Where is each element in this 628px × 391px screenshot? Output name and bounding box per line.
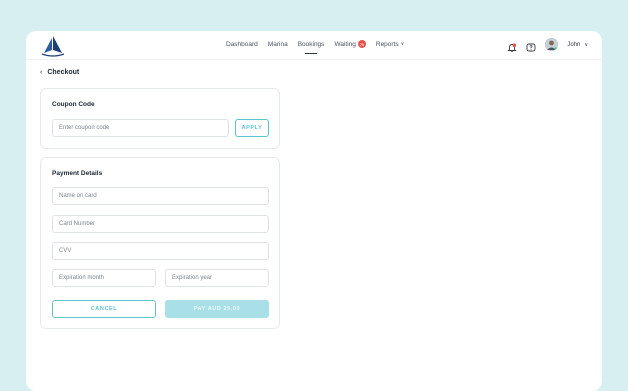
expiration-year-field[interactable]: Expiration year xyxy=(165,269,269,287)
nav-item-reports[interactable]: Reports ∨ xyxy=(376,40,404,48)
payment-details-card: Payment Details Name on card Card Number… xyxy=(40,157,280,329)
chevron-left-icon[interactable]: ‹ xyxy=(40,69,42,76)
card-number-field[interactable]: Card Number xyxy=(52,215,269,233)
name-on-card-placeholder: Name on card xyxy=(59,193,97,199)
bell-icon[interactable] xyxy=(507,40,517,52)
app-window: Dashboard Marina Bookings Waiting 25 Rep… xyxy=(26,31,602,391)
breadcrumb: ‹ Checkout xyxy=(40,69,79,76)
expiration-month-field[interactable]: Expiration month xyxy=(52,269,156,287)
chevron-down-icon: ∨ xyxy=(584,41,588,48)
pay-button[interactable]: PAY AUD 25.00 xyxy=(165,300,269,318)
user-name: John xyxy=(567,41,581,48)
apply-coupon-button[interactable]: APPLY xyxy=(235,119,269,137)
name-on-card-field[interactable]: Name on card xyxy=(52,187,269,205)
cvv-placeholder: CVV xyxy=(59,248,72,254)
pay-button-label: PAY AUD 25.00 xyxy=(193,306,241,312)
cvv-field[interactable]: CVV xyxy=(52,242,269,260)
user-menu[interactable]: John ∨ xyxy=(567,42,588,48)
nav-item-bookings[interactable]: Bookings xyxy=(297,40,325,54)
payment-card-title: Payment Details xyxy=(52,170,103,177)
avatar[interactable] xyxy=(545,38,559,51)
nav-item-marina[interactable]: Marina xyxy=(268,40,288,48)
expiration-year-placeholder: Expiration year xyxy=(172,275,213,281)
cancel-button[interactable]: CANCEL xyxy=(52,300,156,318)
waiting-count-badge: 25 xyxy=(357,40,366,48)
chevron-down-icon: ∨ xyxy=(400,41,405,47)
nav-label: Waiting xyxy=(334,40,356,48)
page-title: Checkout xyxy=(47,69,80,76)
nav-item-waiting[interactable]: Waiting 25 xyxy=(334,40,366,48)
card-number-placeholder: Card Number xyxy=(59,221,96,227)
coupon-card: Coupon Code Enter coupon code APPLY xyxy=(40,88,280,149)
nav-label: Reports xyxy=(375,40,399,48)
cancel-button-label: CANCEL xyxy=(90,306,118,312)
nav-label: Bookings xyxy=(297,40,325,48)
apply-button-label: APPLY xyxy=(241,125,263,131)
expiration-month-placeholder: Expiration month xyxy=(59,275,105,281)
coupon-input-placeholder: Enter coupon code xyxy=(59,125,110,131)
nav-label: Marina xyxy=(267,40,288,48)
header-tools: John ∨ xyxy=(507,38,588,52)
nav-label: Dashboard xyxy=(226,40,258,48)
coupon-card-title: Coupon Code xyxy=(52,101,95,108)
sailboat-logo[interactable] xyxy=(40,35,66,57)
main-nav: Dashboard Marina Bookings Waiting 25 Rep… xyxy=(226,40,404,54)
coupon-input[interactable]: Enter coupon code xyxy=(52,119,229,137)
nav-item-dashboard[interactable]: Dashboard xyxy=(226,40,258,48)
top-navigation-bar: Dashboard Marina Bookings Waiting 25 Rep… xyxy=(26,31,602,60)
help-icon[interactable] xyxy=(526,40,536,51)
